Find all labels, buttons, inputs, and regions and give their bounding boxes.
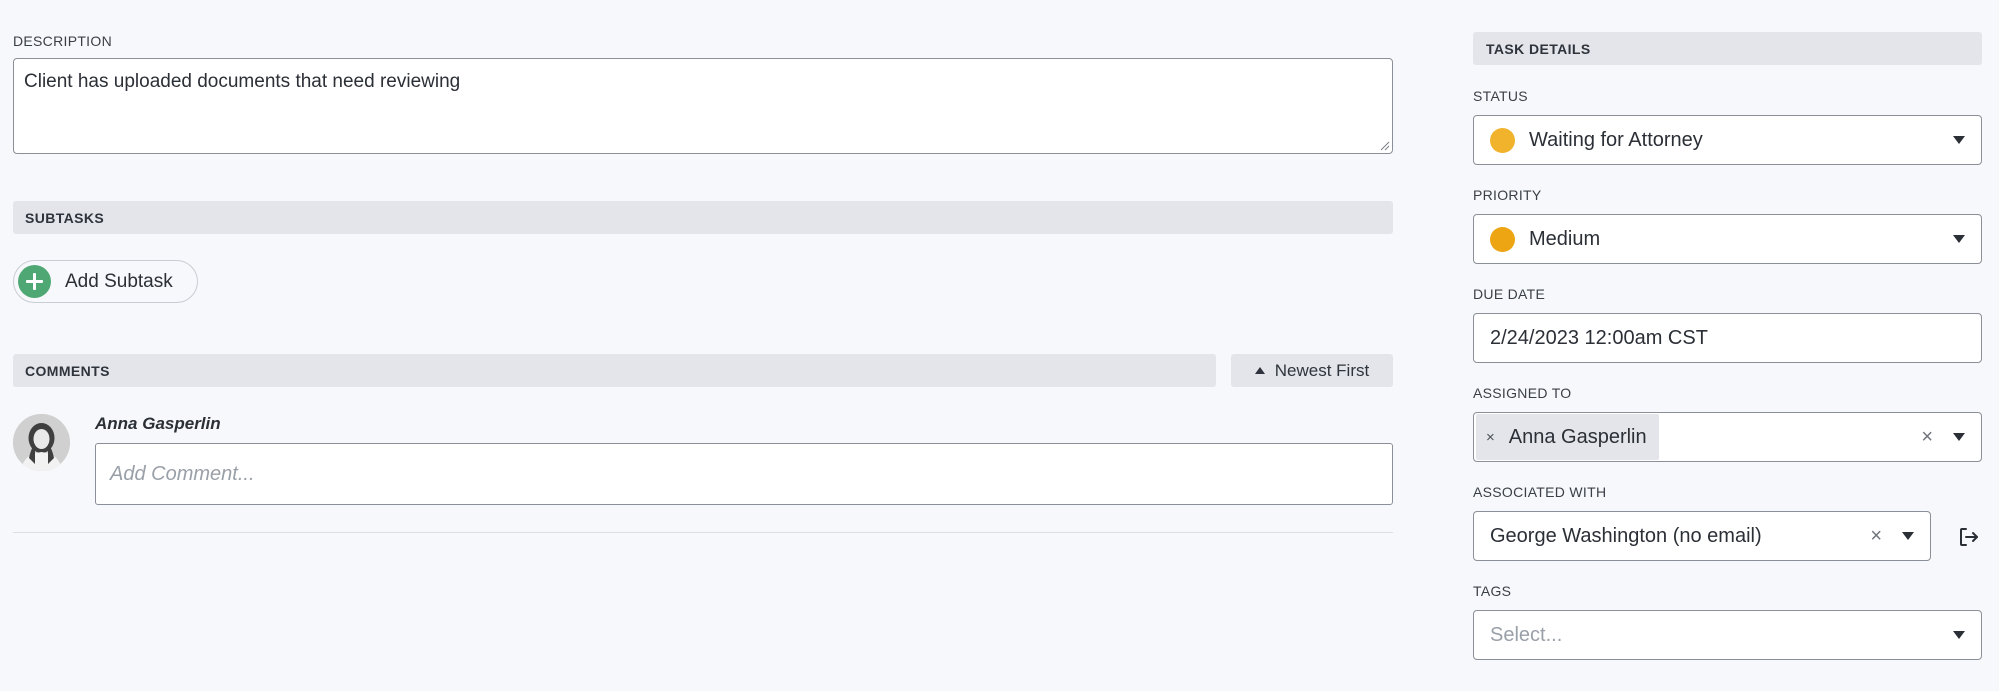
caret-down-icon: [1953, 235, 1965, 243]
description-text: Client has uploaded documents that need …: [24, 71, 461, 92]
task-details-title: TASK DETAILS: [1486, 40, 1591, 57]
comment-placeholder: Add Comment...: [110, 462, 255, 485]
resize-grip-icon[interactable]: [1378, 139, 1390, 151]
sort-newest-first-button[interactable]: Newest First: [1231, 354, 1393, 387]
priority-dot-icon: [1490, 226, 1515, 252]
priority-label: PRIORITY: [1473, 187, 1542, 203]
assigned-to-label: ASSIGNED TO: [1473, 385, 1572, 401]
tags-select[interactable]: Select...: [1473, 610, 1982, 660]
status-value: Waiting for Attorney: [1529, 128, 1703, 151]
caret-down-icon: [1902, 532, 1914, 540]
due-date-input[interactable]: 2/24/2023 12:00am CST: [1473, 313, 1982, 363]
task-details-header: TASK DETAILS: [1473, 32, 1982, 65]
tags-placeholder: Select...: [1490, 623, 1563, 646]
divider: [13, 532, 1393, 533]
remove-chip-icon[interactable]: ×: [1486, 429, 1495, 446]
assignee-chip: × Anna Gasperlin: [1476, 414, 1659, 460]
status-select[interactable]: Waiting for Attorney: [1473, 115, 1982, 165]
due-date-value: 2/24/2023 12:00am CST: [1490, 326, 1708, 349]
add-subtask-button[interactable]: Add Subtask: [13, 260, 198, 303]
task-detail-page: DESCRIPTION Client has uploaded document…: [0, 0, 1999, 691]
subtasks-title: SUBTASKS: [25, 209, 105, 226]
subtasks-header: SUBTASKS: [13, 201, 1393, 234]
status-label: STATUS: [1473, 88, 1528, 104]
caret-down-icon: [1953, 136, 1965, 144]
associated-with-select[interactable]: George Washington (no email) ×: [1473, 511, 1931, 561]
associated-with-value: George Washington (no email): [1490, 524, 1762, 547]
associated-with-label: ASSOCIATED WITH: [1473, 484, 1607, 500]
comment-author-name: Anna Gasperlin: [95, 414, 221, 433]
caret-up-icon: [1254, 367, 1265, 374]
priority-select[interactable]: Medium: [1473, 214, 1982, 264]
open-external-icon[interactable]: [1957, 525, 1981, 549]
description-textarea[interactable]: Client has uploaded documents that need …: [13, 58, 1393, 154]
due-date-label: DUE DATE: [1473, 286, 1546, 302]
plus-circle-icon: [18, 265, 51, 298]
comments-header: COMMENTS: [13, 354, 1216, 387]
caret-down-icon: [1953, 433, 1965, 441]
sort-label: Newest First: [1274, 360, 1370, 380]
priority-value: Medium: [1529, 227, 1601, 250]
status-dot-icon: [1490, 127, 1515, 153]
caret-down-icon: [1953, 631, 1965, 639]
description-label: DESCRIPTION: [13, 33, 112, 49]
assignee-name: Anna Gasperlin: [1508, 425, 1647, 448]
add-subtask-label: Add Subtask: [65, 270, 173, 292]
comment-input[interactable]: Add Comment...: [95, 443, 1393, 505]
assigned-to-select[interactable]: × Anna Gasperlin ×: [1473, 412, 1982, 462]
clear-icon[interactable]: ×: [1870, 526, 1882, 546]
avatar: [13, 414, 70, 471]
clear-icon[interactable]: ×: [1921, 427, 1933, 447]
comments-title: COMMENTS: [25, 362, 110, 379]
tags-label: TAGS: [1473, 583, 1512, 599]
